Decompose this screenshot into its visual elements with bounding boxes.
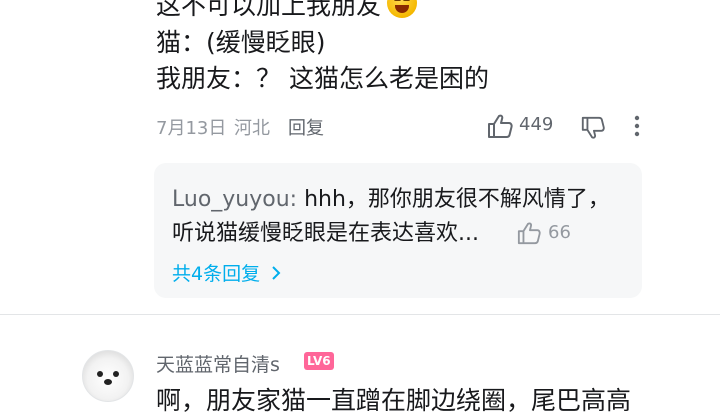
avatar[interactable] bbox=[82, 350, 134, 402]
reply-button[interactable]: 回复 bbox=[288, 114, 324, 140]
dislike-button[interactable] bbox=[580, 115, 606, 141]
view-all-replies-link[interactable]: 共4条回复 bbox=[172, 259, 282, 286]
reply-like-button[interactable] bbox=[516, 221, 542, 245]
reply-line-2: 听说猫缓慢眨眼是在表达喜欢... bbox=[172, 221, 479, 246]
level-badge: LV6 bbox=[304, 352, 334, 370]
comment-location: 河北 bbox=[234, 118, 270, 139]
like-count: 449 bbox=[519, 114, 554, 135]
commenter-username[interactable]: 天蓝蓝常自清s bbox=[156, 350, 280, 377]
like-button[interactable] bbox=[486, 113, 514, 139]
reply-username[interactable]: Luo_yuyou: bbox=[172, 187, 297, 212]
reply-preview-box[interactable]: Luo_yuyou: hhh，那你朋友很不解风情了， 听说猫缓慢眨眼是在表达喜欢.… bbox=[154, 163, 642, 298]
next-comment-text: 啊，朋友家猫一直蹭在脚边绕圈，尾巴高高 bbox=[156, 386, 632, 415]
chevron-right-icon bbox=[272, 266, 281, 280]
grinning-face-emoji-icon bbox=[387, 0, 418, 18]
thumbs-up-icon bbox=[517, 222, 541, 245]
thumbs-up-icon bbox=[488, 114, 513, 138]
comment-line-1: 这不可以加上我朋友 bbox=[156, 0, 418, 23]
more-options-icon[interactable] bbox=[632, 114, 642, 138]
comment-date: 7月13日 bbox=[156, 118, 227, 139]
reply-like-count: 66 bbox=[548, 222, 571, 243]
thumbs-down-icon bbox=[581, 116, 605, 139]
comment-line-3: 我朋友：？ 这猫怎么老是困的 bbox=[156, 64, 489, 93]
comment-divider bbox=[0, 314, 720, 315]
reply-line-1: Luo_yuyou: hhh，那你朋友很不解风情了， bbox=[172, 187, 610, 212]
comment-line-2: 猫：(缓慢眨眼) bbox=[156, 28, 326, 57]
